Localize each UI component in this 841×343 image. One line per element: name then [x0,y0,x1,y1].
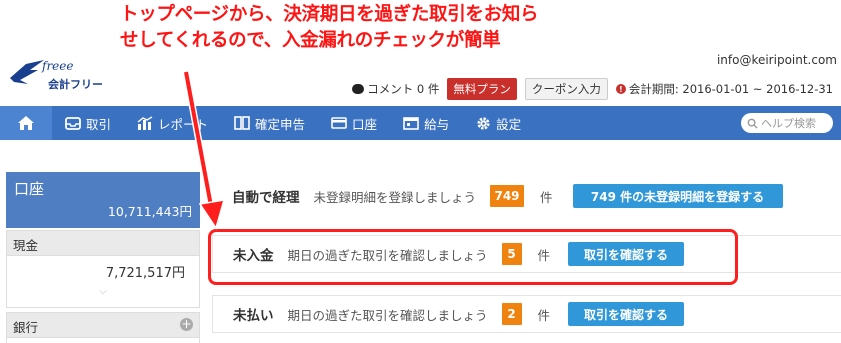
comment-link[interactable]: コメント 0 件 [352,81,439,97]
nav-item-label: 取引 [86,116,112,132]
nav-item-settings[interactable]: 設定 [462,106,534,140]
auto-bookkeeping-row: 自動で経理 未登録明細を登録しましょう 749 件 749 件の未登録明細を登録… [212,177,841,215]
accounts-sidebar: 口座 10,711,443円 現金 7,721,517円 ⌵ 銀行 + [6,172,200,343]
row-message: 期日の過ぎた取引を確認しましょう [287,247,488,263]
count-badge: 749 [490,185,525,207]
app-logo[interactable]: freee 会計フリー [8,58,108,98]
accounts-summary[interactable]: 口座 10,711,443円 [6,172,200,228]
nav-item-tax-return[interactable]: 確定申告 [221,106,318,140]
search-icon [747,118,758,129]
count-unit: 件 [540,189,553,205]
home-icon [18,116,34,130]
nav-item-reports[interactable]: レポート [124,106,221,140]
bank-panel [6,338,200,343]
nav-item-label: 給与 [424,116,450,132]
annotation-callout: トップページから、決済期日を過ぎた取引をお知ら せしてくれるので、入金漏れのチェ… [120,2,680,54]
inbox-icon [65,116,81,130]
accounts-total: 10,711,443円 [107,204,192,219]
cash-balance: 7,721,517円 [105,266,185,281]
register-details-button[interactable]: 749 件の未登録明細を登録する [572,184,783,208]
calendar-icon [403,116,419,130]
add-bank-icon[interactable]: + [180,318,193,331]
cash-header[interactable]: 現金 [6,230,200,256]
help-search-input[interactable]: ヘルプ検索 [761,115,816,131]
nav-item-label: レポート [158,116,209,132]
brand-name: freee [42,59,74,73]
fiscal-period[interactable]: ! 会計期間: 2016-01-01 ~ 2016-12-31 [615,81,833,97]
fiscal-period-label: 会計期間: 2016-01-01 ~ 2016-12-31 [628,82,833,96]
gear-icon [475,116,491,130]
alert-icon: ! [615,84,626,94]
bar-chart-icon [137,116,153,130]
annotation-line-2: せしてくれるので、入金漏れのチェックが簡単 [120,30,501,51]
row-message: 未登録明細を登録しましょう [313,189,477,205]
row-label: 未入金 [233,248,274,264]
brand-subtitle: 会計フリー [48,78,103,91]
annotation-line-1: トップページから、決済期日を過ぎた取引をお知ら [120,4,539,25]
nav-home[interactable] [0,106,52,140]
check-receivables-button[interactable]: 取引を確認する [568,242,685,266]
row-label: 未払い [233,308,274,324]
bank-label: 銀行 [13,320,39,335]
user-email[interactable]: info@keiripoint.com [717,53,837,67]
check-payables-button[interactable]: 取引を確認する [568,302,685,326]
coupon-button[interactable]: クーポン入力 [524,78,608,100]
row-message: 期日の過ぎた取引を確認しましょう [287,307,488,323]
unpaid-row: 未払い 期日の過ぎた取引を確認しましょう 2 件 取引を確認する [212,295,841,333]
count-badge: 5 [501,243,522,265]
free-plan-button[interactable]: 無料プラン [447,78,517,100]
chevron-down-icon[interactable]: ⌵ [99,286,107,297]
nav-item-accounts[interactable]: 口座 [318,106,390,140]
speech-bubble-icon [352,84,365,94]
count-unit: 件 [537,247,551,263]
bank-header[interactable]: 銀行 + [6,312,200,338]
unreceived-row: 未入金 期日の過ぎた取引を確認しましょう 5 件 取引を確認する [212,235,841,273]
cash-panel: 7,721,517円 ⌵ [6,256,200,308]
nav-item-label: 設定 [496,116,522,132]
help-search[interactable]: ヘルプ検索 [741,113,833,133]
row-label: 自動で経理 [232,190,300,206]
nav-item-label: 口座 [352,116,378,132]
main-nav: 取引 レポート 確定申告 口座 給与 設定 ヘルプ検索 [0,106,841,140]
nav-item-payroll[interactable]: 給与 [390,106,462,140]
nav-item-label: 確定申告 [255,116,306,132]
header-toolbar: コメント 0 件 無料プラン クーポン入力 ! 会計期間: 2016-01-01… [352,78,833,100]
count-unit: 件 [537,307,551,323]
card-icon [331,116,347,130]
nav-item-transactions[interactable]: 取引 [52,106,124,140]
book-icon [234,116,250,130]
comment-label: コメント 0 件 [367,82,440,96]
count-badge: 2 [501,303,522,325]
accounts-title: 口座 [14,180,45,198]
